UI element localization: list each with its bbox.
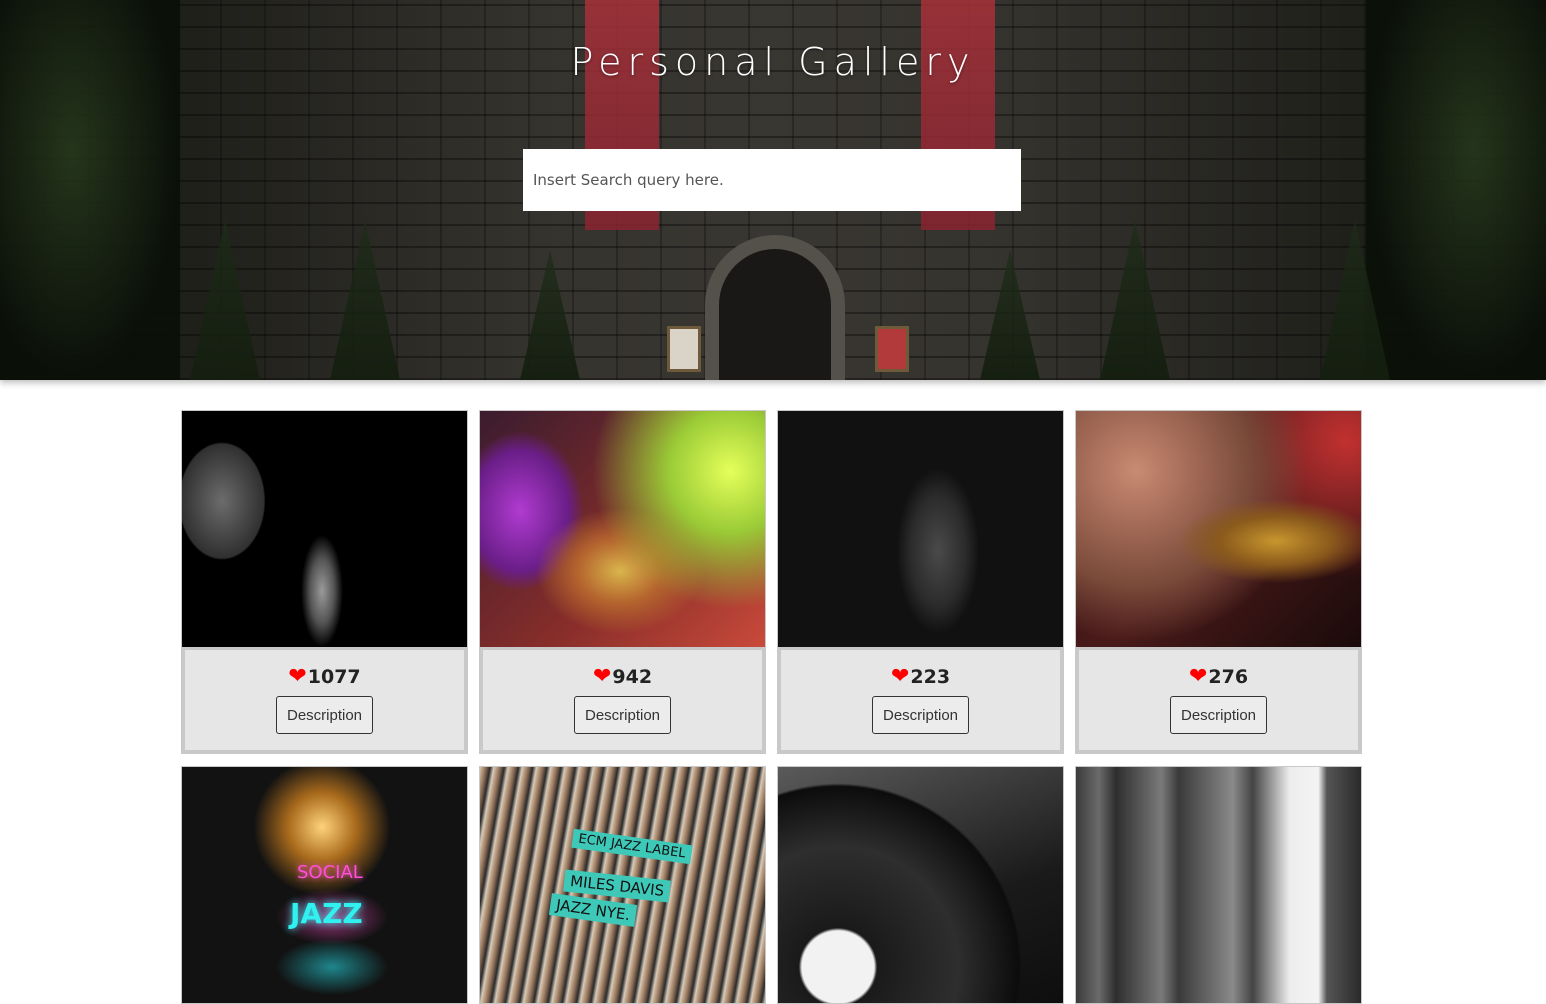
likes-value: 942 [612,666,653,688]
card-info: ❤ 276 Description [1076,647,1361,753]
gallery-card: SOCIAL JAZZ [181,766,468,1004]
neon-sign-text: JAZZ [290,897,363,930]
description-button[interactable]: Description [1170,696,1267,734]
record-label: JAZZ NYE. [548,893,638,927]
like-count: ❤ 223 [891,666,951,689]
gallery-image-saxophones[interactable] [480,411,765,647]
likes-value: 276 [1208,666,1249,688]
hero-tree [520,250,580,380]
hero-sign-left [667,326,701,372]
heart-icon[interactable]: ❤ [593,666,611,688]
like-count: ❤ 276 [1189,666,1249,689]
gallery-image-saxophonist-columns[interactable] [1076,767,1361,1003]
hero-tree [330,220,400,380]
hero-door [705,235,845,380]
hero-tree [190,220,260,380]
likes-value: 223 [910,666,951,688]
heart-icon[interactable]: ❤ [288,666,306,688]
gallery-card [777,766,1064,1004]
heart-icon[interactable]: ❤ [1189,666,1207,688]
page-title: Personal Gallery [570,40,976,84]
gallery-image-trumpet[interactable] [1076,411,1361,647]
gallery-image-vinyl[interactable] [778,767,1063,1003]
gallery-image-neon-sign[interactable]: SOCIAL JAZZ [182,767,467,1003]
gallery-card: ❤ 223 Description [777,410,1064,754]
heart-icon[interactable]: ❤ [891,666,909,688]
card-info: ❤ 942 Description [480,647,765,753]
gallery-card: ❤ 276 Description [1075,410,1362,754]
record-label: ECM JAZZ LABEL [571,828,693,865]
hero-header: Personal Gallery [0,0,1546,380]
like-count: ❤ 942 [593,666,653,689]
gallery-image-saxophone-player[interactable] [182,411,467,647]
hero-sign-right [875,326,909,372]
gallery-image-records[interactable]: ECM JAZZ LABEL MILES DAVIS JAZZ NYE. [480,767,765,1003]
gallery-card: ECM JAZZ LABEL MILES DAVIS JAZZ NYE. [479,766,766,1004]
like-count: ❤ 1077 [288,666,361,689]
description-button[interactable]: Description [276,696,373,734]
gallery-card [1075,766,1362,1004]
gallery-card: ❤ 1077 Description [181,410,468,754]
card-info: ❤ 223 Description [778,647,1063,753]
card-info: ❤ 1077 Description [182,647,467,753]
description-button[interactable]: Description [872,696,969,734]
hero-tree [1100,220,1170,380]
gallery-card: ❤ 942 Description [479,410,766,754]
hero-tree [980,250,1040,380]
likes-value: 1077 [307,666,361,688]
description-button[interactable]: Description [574,696,671,734]
search-input[interactable] [523,149,1021,211]
neon-sign-text: SOCIAL [297,862,363,883]
gallery-image-double-bass[interactable] [778,411,1063,647]
